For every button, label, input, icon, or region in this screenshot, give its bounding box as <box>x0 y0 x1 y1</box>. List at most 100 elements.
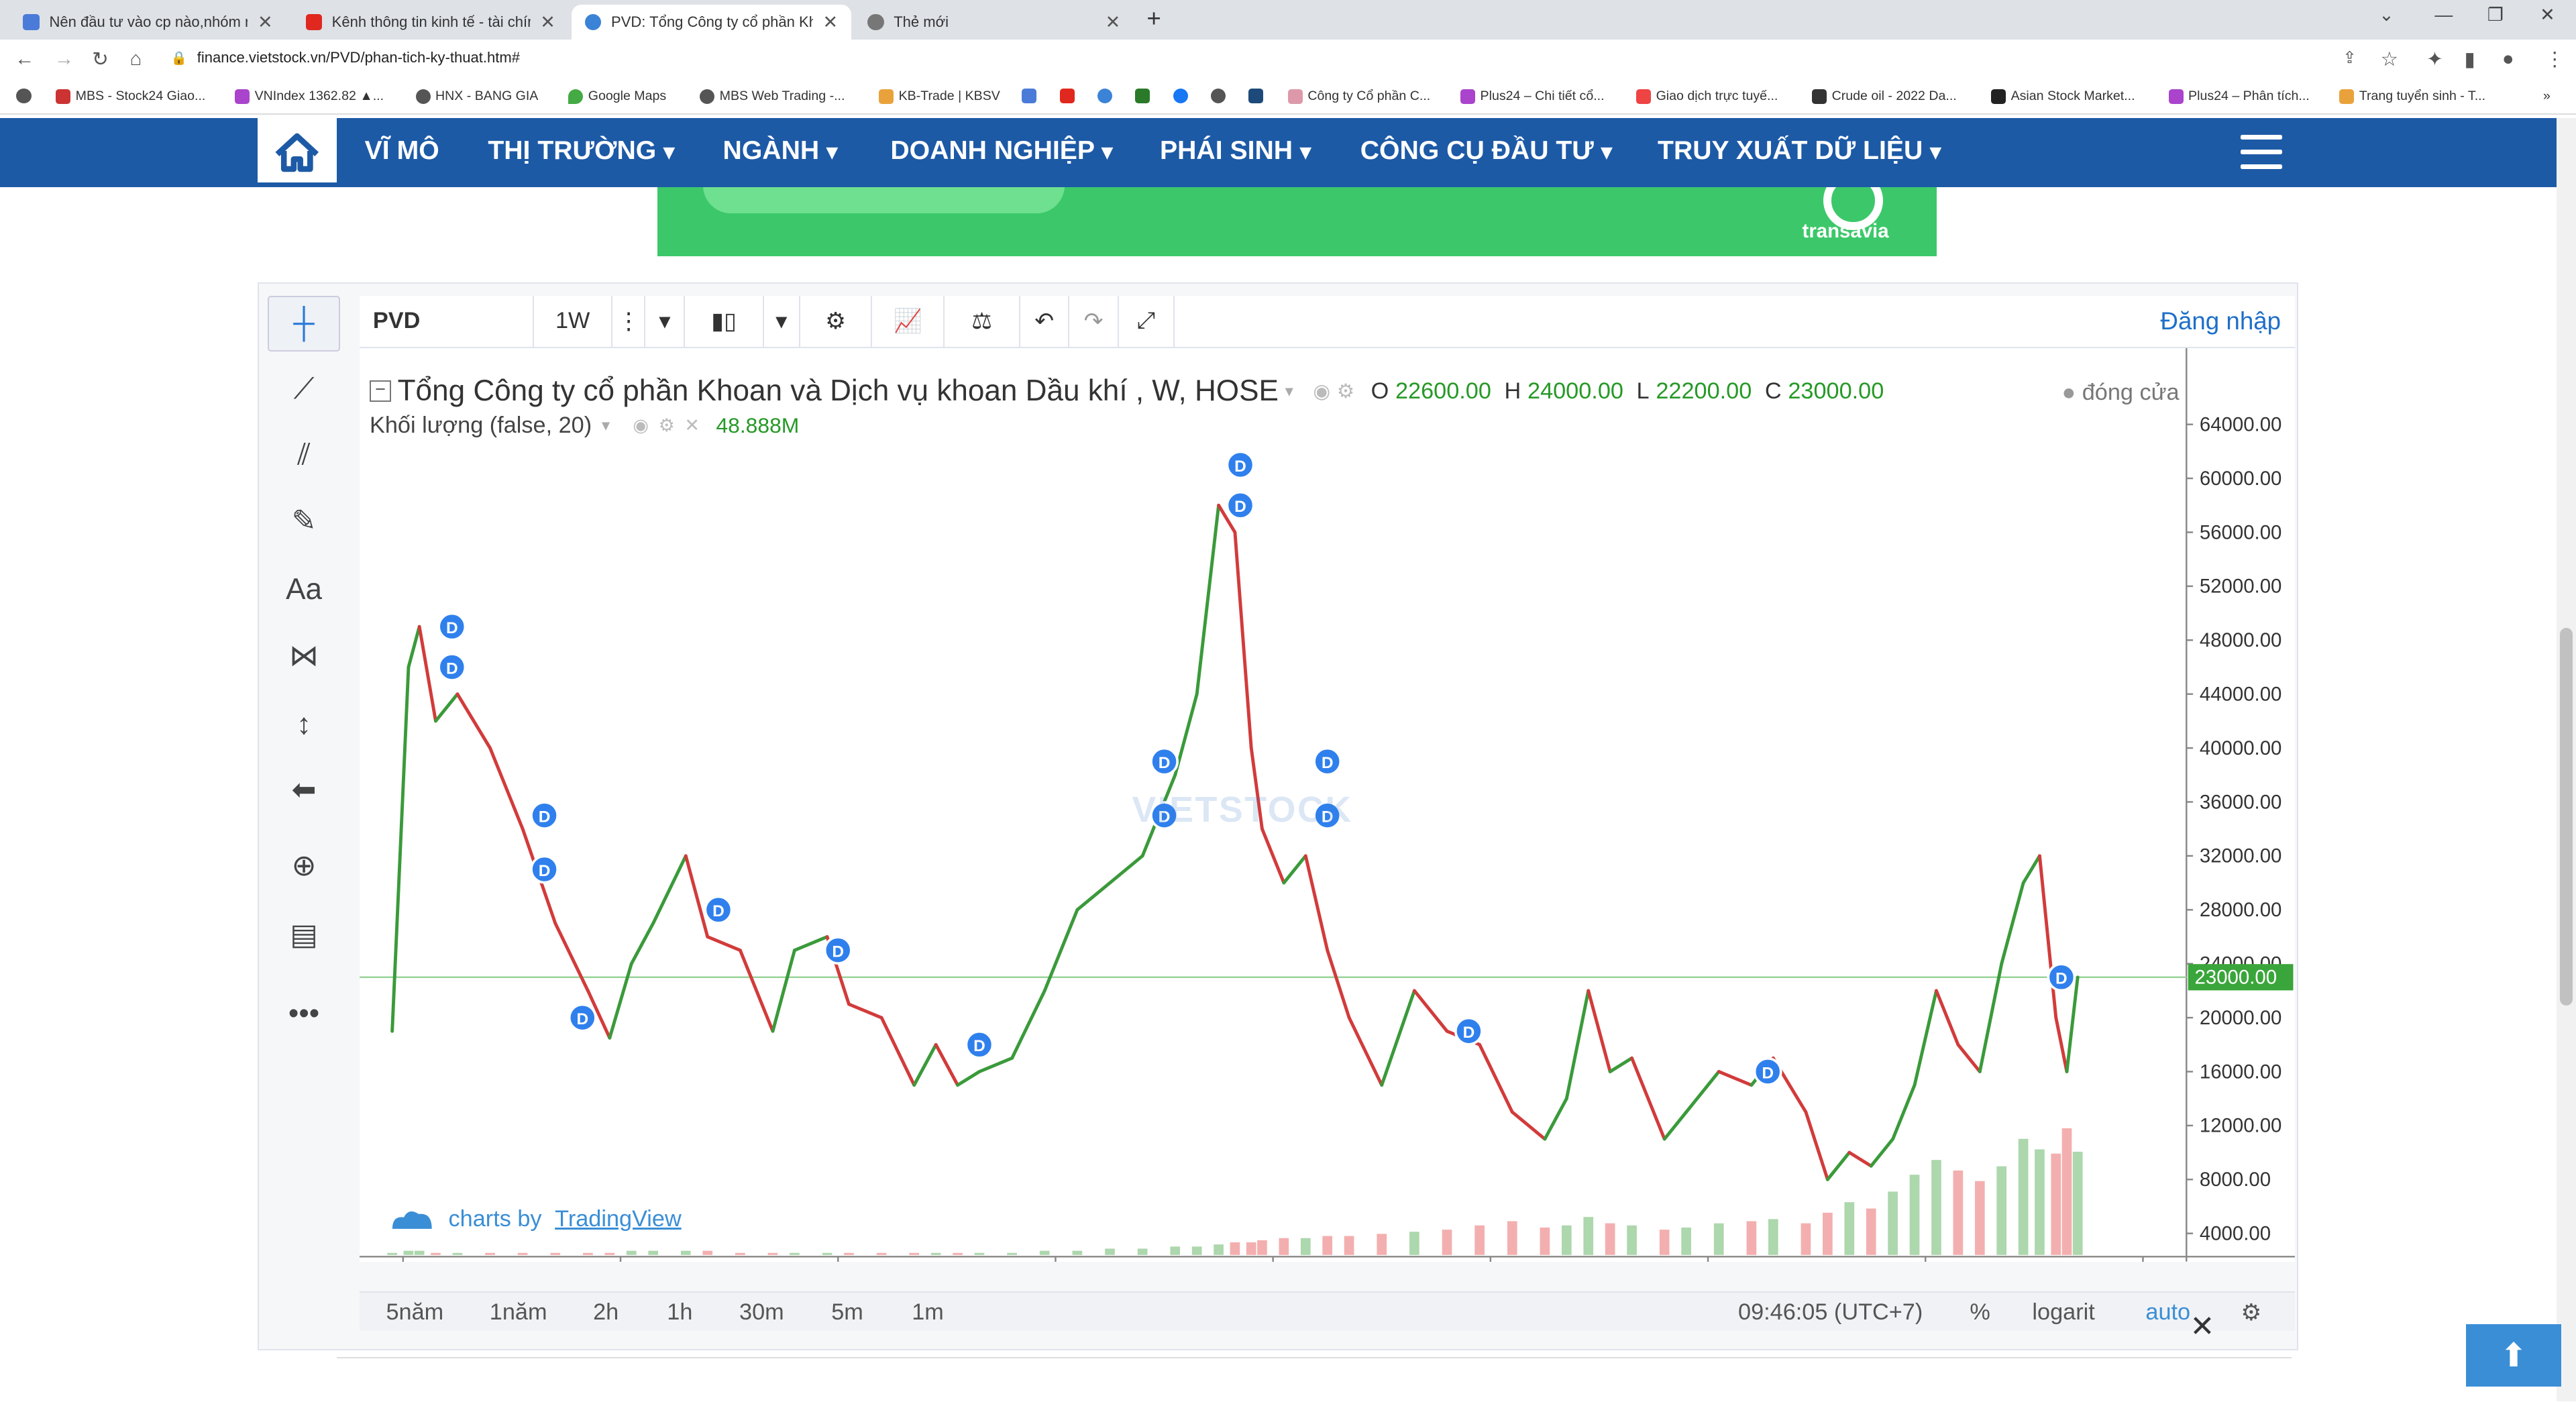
window-close-icon[interactable]: ✕ <box>2540 5 2555 25</box>
fibonacci-icon[interactable]: ⫽ <box>268 427 340 483</box>
tab-search-icon[interactable]: ⌄ <box>2379 5 2394 25</box>
chevron-down-icon[interactable]: ▾ <box>602 415 610 435</box>
measure-icon[interactable]: ↕ <box>268 696 340 752</box>
bookmark-shield-icon[interactable] <box>1135 89 1150 104</box>
browser-tab[interactable]: Nên đầu tư vào cp nào,nhóm ng ✕ <box>10 5 286 39</box>
forward-icon[interactable]: → <box>54 48 74 70</box>
bookmark-square-icon[interactable] <box>1248 89 1264 104</box>
star-icon[interactable]: ☆ <box>2381 48 2398 71</box>
extensions-icon[interactable]: ✦ <box>2426 48 2443 71</box>
nav-item[interactable]: TRUY XUẤT DỮ LIỆU ▾ <box>1658 136 1941 166</box>
bookmark-item[interactable]: MBS - Stock24 Giao... <box>56 89 205 104</box>
bookmark-news-icon[interactable] <box>1059 89 1075 104</box>
close-ad-icon[interactable]: ✕ <box>2190 1309 2215 1344</box>
range-button[interactable]: 1m <box>912 1299 944 1326</box>
bookmark-item[interactable]: Plus24 – Phân tích... <box>2168 89 2310 104</box>
ad-banner[interactable]: transavia <box>657 187 1937 257</box>
redo-icon[interactable]: ↷ <box>1069 295 1119 347</box>
close-icon[interactable]: ✕ <box>540 12 555 33</box>
brush-icon[interactable]: ✎ <box>268 493 340 549</box>
settings-small-icon[interactable]: ⚙ <box>659 415 675 436</box>
chart-settings-icon[interactable]: ⚙ <box>2241 1299 2261 1326</box>
bookmark-globe-icon[interactable] <box>1210 89 1226 104</box>
share-icon[interactable]: ⇪ <box>2343 48 2357 68</box>
browser-tab-active[interactable]: PVD: Tổng Công ty cổ phần Khoa ✕ <box>572 5 851 40</box>
compare-icon[interactable]: ⚖ <box>945 295 1020 347</box>
bookmarks-overflow-icon[interactable]: » <box>2543 89 2551 104</box>
gear-icon[interactable]: ⚙ <box>800 295 873 347</box>
reload-icon[interactable]: ↻ <box>92 48 109 71</box>
zoom-in-icon[interactable]: ⊕ <box>268 838 340 894</box>
nav-item[interactable]: NGÀNH ▾ <box>723 136 838 166</box>
login-link[interactable]: Đăng nhập <box>2160 307 2281 335</box>
candles-icon[interactable]: ▮▯ <box>685 295 764 347</box>
symbol-input[interactable]: PVD <box>360 295 534 347</box>
scrollbar-thumb[interactable] <box>2559 627 2573 1006</box>
nav-item[interactable]: VĨ MÔ <box>365 136 439 166</box>
browser-tab[interactable]: Thẻ mới ✕ <box>854 5 1133 39</box>
minimize-icon[interactable]: — <box>2434 5 2453 25</box>
bookmark-item[interactable]: Giao dịch trực tuyế... <box>1636 89 1778 104</box>
indicators-icon[interactable]: 📈 <box>872 295 945 347</box>
bookmark-chart-icon[interactable] <box>1022 89 1037 104</box>
fullscreen-icon[interactable]: ⤢ <box>1119 295 1175 347</box>
chevron-down-icon[interactable]: ▾ <box>1285 381 1293 401</box>
url-field[interactable]: 🔒 finance.vietstock.vn/PVD/phan-tich-ky-t… <box>171 49 520 66</box>
interval-button[interactable]: 1W <box>534 295 613 347</box>
close-icon[interactable]: ✕ <box>258 12 273 33</box>
scroll-to-top-icon[interactable]: ⬆ <box>2465 1324 2561 1387</box>
close-icon[interactable]: ✕ <box>1106 12 1121 33</box>
range-button[interactable]: 30m <box>739 1299 784 1326</box>
chevron-down-icon[interactable]: ▾ <box>645 295 686 347</box>
ruler-icon[interactable]: ▤ <box>268 907 340 963</box>
bookmark-item[interactable]: Plus24 – Chi tiết cổ... <box>1460 89 1605 104</box>
settings-small-icon[interactable]: ⚙ <box>1337 380 1354 403</box>
bookmark-item[interactable]: Công ty Cổ phần C... <box>1288 89 1430 104</box>
home-icon[interactable]: ⌂ <box>129 48 142 70</box>
bookmark-item[interactable]: Asian Stock Market... <box>1991 89 2135 104</box>
chevron-down-icon[interactable]: ▾ <box>764 295 800 347</box>
restore-icon[interactable]: ❐ <box>2487 5 2504 25</box>
bookmark-item[interactable]: HNX - BANG GIA <box>415 89 538 104</box>
close-icon[interactable]: ✕ <box>822 12 838 33</box>
range-button[interactable]: 2h <box>593 1299 619 1326</box>
side-panel-icon[interactable]: ▮ <box>2464 48 2475 71</box>
bookmark-item[interactable]: Crude oil - 2022 Da... <box>1812 89 1957 104</box>
trend-line-icon[interactable]: ⟋ <box>268 362 340 417</box>
pattern-icon[interactable]: ⋈ <box>268 628 340 684</box>
undo-icon[interactable]: ↶ <box>1020 295 1070 347</box>
nav-home[interactable] <box>258 118 337 188</box>
remove-icon[interactable]: ✕ <box>684 415 700 436</box>
profile-icon[interactable]: ● <box>2502 48 2514 70</box>
chart-area[interactable]: 64000.00 60000.00 56000.00 52000.00 48000.00… <box>360 348 2296 1289</box>
crosshair-icon[interactable]: ┼ <box>268 295 340 352</box>
hamburger-menu-icon[interactable] <box>2241 134 2282 171</box>
tradingview-link[interactable]: TradingView <box>555 1206 682 1232</box>
collapse-icon[interactable]: − <box>370 380 391 402</box>
range-button[interactable]: 1năm <box>490 1299 547 1326</box>
range-button[interactable]: 1h <box>667 1299 692 1326</box>
percent-toggle[interactable]: % <box>1970 1299 1990 1326</box>
nav-item[interactable]: THỊ TRƯỜNG ▾ <box>488 136 674 166</box>
nav-item[interactable]: CÔNG CỤ ĐẦU TƯ ▾ <box>1360 136 1612 166</box>
nav-item[interactable]: PHÁI SINH ▾ <box>1160 136 1311 166</box>
more-icon[interactable]: ••• <box>268 985 340 1041</box>
back-icon[interactable]: ← <box>15 48 34 70</box>
new-tab-icon[interactable]: + <box>1146 5 1161 33</box>
auto-toggle[interactable]: auto <box>2145 1299 2190 1326</box>
bookmark-globe-icon[interactable] <box>16 89 32 104</box>
bookmark-item[interactable]: VNIndex 1362.82 ▲... <box>235 89 384 104</box>
bookmark-vietstock-icon[interactable] <box>1097 89 1112 104</box>
nav-item[interactable]: DOANH NGHIỆP ▾ <box>890 136 1112 166</box>
bookmark-item[interactable]: Google Maps <box>568 89 666 104</box>
range-button[interactable]: 5năm <box>386 1299 444 1326</box>
range-button[interactable]: 5m <box>831 1299 863 1326</box>
eye-icon[interactable]: ◉ <box>633 415 649 436</box>
text-tool-icon[interactable]: Aa <box>268 562 340 618</box>
menu-kebab-icon[interactable]: ⋮ <box>2545 48 2565 71</box>
arrow-icon[interactable]: ⬅ <box>268 762 340 818</box>
browser-tab[interactable]: Kênh thông tin kinh tế - tài chính ✕ <box>292 5 568 39</box>
bookmark-item[interactable]: KB-Trade | KBSV <box>879 89 1000 104</box>
bookmark-facebook-icon[interactable] <box>1173 89 1188 104</box>
bookmark-item[interactable]: Trang tuyển sinh - T... <box>2339 89 2485 104</box>
